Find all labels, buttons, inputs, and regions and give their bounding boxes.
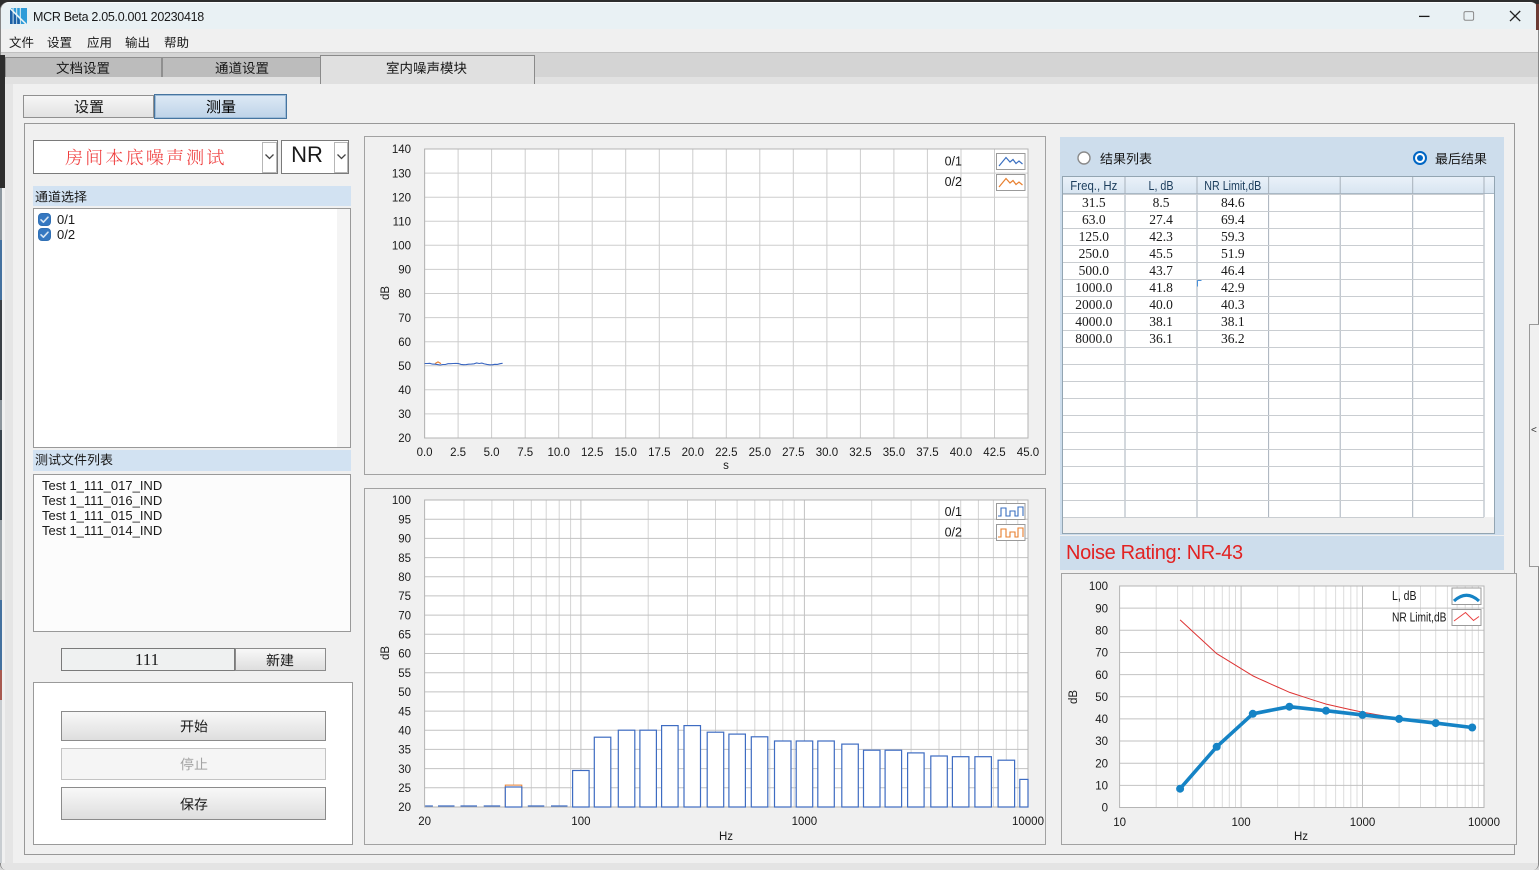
svg-text:41.8: 41.8: [1149, 280, 1173, 295]
svg-text:40.0: 40.0: [1149, 297, 1173, 312]
svg-text:2000.0: 2000.0: [1075, 297, 1112, 312]
svg-text:43.7: 43.7: [1149, 263, 1173, 278]
svg-text:40.3: 40.3: [1221, 297, 1245, 312]
svg-text:63.0: 63.0: [1082, 212, 1106, 227]
svg-text:59.3: 59.3: [1221, 229, 1245, 244]
svg-text:38.1: 38.1: [1221, 314, 1245, 329]
svg-text:125.0: 125.0: [1079, 229, 1110, 244]
svg-text:51.9: 51.9: [1221, 246, 1245, 261]
svg-text:4000.0: 4000.0: [1075, 314, 1112, 329]
svg-text:69.4: 69.4: [1221, 212, 1245, 227]
svg-text:42.9: 42.9: [1221, 280, 1245, 295]
svg-text:NR Limit,dB: NR Limit,dB: [1204, 178, 1261, 193]
svg-text:Freq., Hz: Freq., Hz: [1070, 178, 1117, 193]
svg-text:27.4: 27.4: [1149, 212, 1173, 227]
svg-text:L, dB: L, dB: [1149, 178, 1174, 193]
svg-text:38.1: 38.1: [1149, 314, 1173, 329]
svg-text:45.5: 45.5: [1149, 246, 1173, 261]
svg-text:42.3: 42.3: [1149, 229, 1173, 244]
svg-text:250.0: 250.0: [1079, 246, 1110, 261]
svg-text:31.5: 31.5: [1082, 195, 1106, 210]
svg-text:36.2: 36.2: [1221, 331, 1245, 346]
svg-text:8.5: 8.5: [1153, 195, 1170, 210]
svg-text:1000.0: 1000.0: [1075, 280, 1112, 295]
svg-text:84.6: 84.6: [1221, 195, 1245, 210]
svg-text:500.0: 500.0: [1079, 263, 1110, 278]
svg-text:8000.0: 8000.0: [1075, 331, 1112, 346]
svg-text:36.1: 36.1: [1149, 331, 1173, 346]
svg-text:46.4: 46.4: [1221, 263, 1245, 278]
